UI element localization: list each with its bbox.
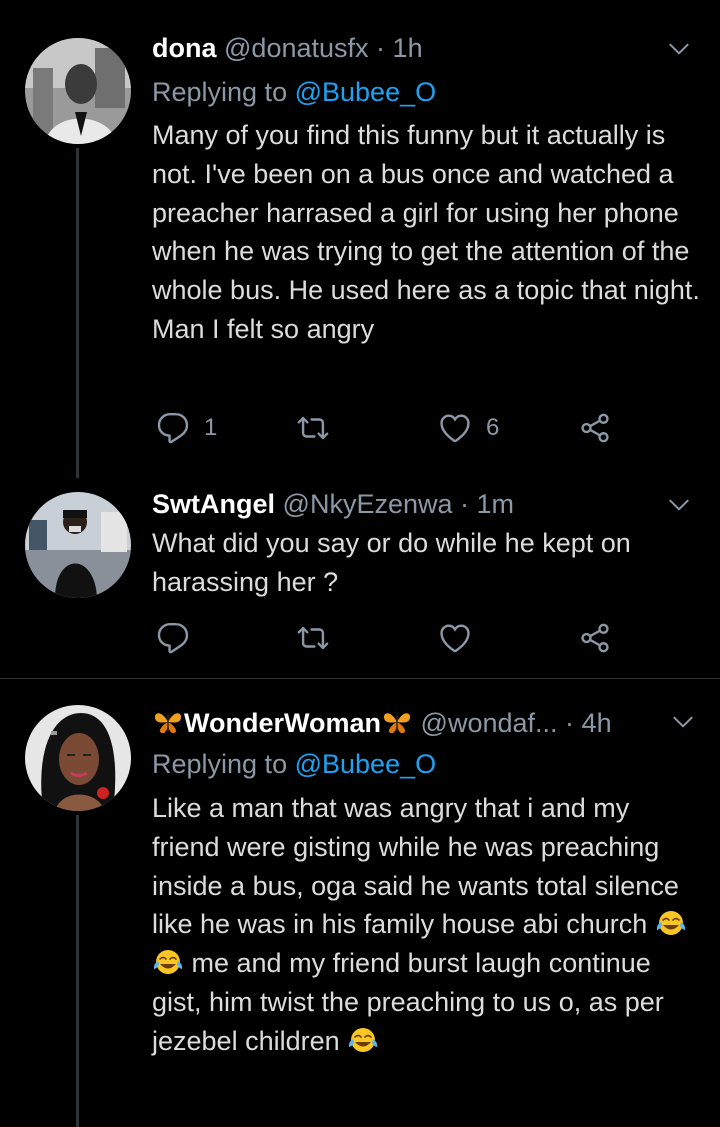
like-button[interactable]: 6 <box>438 408 499 448</box>
avatar[interactable] <box>25 492 131 598</box>
display-name[interactable]: dona <box>152 33 217 63</box>
separator-dot: · <box>565 708 575 738</box>
timeline: dona @donatusfx · 1h Replying to @Bubee_… <box>0 0 720 1127</box>
tweet-text: Many of you find this funny but it actua… <box>152 120 700 344</box>
mention-link[interactable]: @Bubee_O <box>295 749 437 779</box>
user-handle[interactable]: @wondaf... <box>421 708 558 738</box>
share-button[interactable] <box>578 618 612 658</box>
separator-dot: · <box>460 489 470 519</box>
tweet-actions <box>150 618 630 658</box>
retweet-button[interactable] <box>296 408 330 448</box>
tears-of-joy-icon <box>655 909 687 937</box>
replying-prefix: Replying to <box>152 77 288 107</box>
display-name[interactable]: WonderWoman <box>184 708 381 738</box>
reply-button[interactable]: 1 <box>156 408 217 448</box>
reply-button[interactable] <box>156 618 204 658</box>
separator-dot: · <box>376 33 386 63</box>
chevron-down-icon[interactable] <box>666 492 692 518</box>
tweet-text-part: Like a man that was angry that i and my … <box>152 793 679 940</box>
tweet-actions: 1 6 <box>150 408 630 448</box>
thread-line <box>76 148 79 478</box>
timestamp: 1h <box>392 33 423 63</box>
tweet-text-part: me and my friend burst laugh continue gi… <box>152 948 664 1056</box>
tweet-header: dona @donatusfx · 1h <box>152 28 680 68</box>
like-count: 6 <box>486 414 500 441</box>
like-button[interactable] <box>438 618 486 658</box>
replying-to: Replying to @Bubee_O <box>152 745 436 783</box>
user-handle[interactable]: @NkyEzenwa <box>283 489 453 519</box>
thread-line <box>76 815 79 1127</box>
timestamp: 4h <box>581 708 612 738</box>
tears-of-joy-icon <box>152 948 184 976</box>
user-handle[interactable]: @donatusfx <box>224 33 369 63</box>
tweet-text: Like a man that was angry that i and my … <box>152 789 704 1061</box>
replying-prefix: Replying to <box>152 749 288 779</box>
tweet-header: WonderWoman @wondaf... · 4h <box>152 703 680 743</box>
share-icon <box>578 621 612 655</box>
tweet[interactable]: dona @donatusfx · 1h Replying to @Bubee_… <box>0 0 720 478</box>
mention-link[interactable]: @Bubee_O <box>295 77 437 107</box>
share-button[interactable] <box>578 408 612 448</box>
tweet-text: What did you say or do while he kept on … <box>152 528 631 597</box>
butterfly-icon <box>152 708 184 736</box>
retweet-icon <box>296 411 330 445</box>
avatar[interactable] <box>25 705 131 811</box>
tears-of-joy-icon <box>347 1026 379 1054</box>
retweet-icon <box>296 621 330 655</box>
reply-count: 1 <box>204 414 218 441</box>
replying-to: Replying to @Bubee_O <box>152 73 436 111</box>
tweet[interactable]: SwtAngel @NkyEzenwa · 1m What did you sa… <box>0 478 720 678</box>
heart-icon <box>438 621 472 655</box>
reply-icon <box>156 411 190 445</box>
share-icon <box>578 411 612 445</box>
heart-icon <box>438 411 472 445</box>
avatar[interactable] <box>25 38 131 144</box>
chevron-down-icon[interactable] <box>666 36 692 62</box>
butterfly-icon <box>381 708 413 736</box>
tweet[interactable]: WonderWoman @wondaf... · 4h Replying to … <box>0 679 720 1127</box>
tweet-header: SwtAngel @NkyEzenwa · 1m <box>152 484 680 524</box>
display-name[interactable]: SwtAngel <box>152 489 275 519</box>
timestamp: 1m <box>476 489 515 519</box>
reply-icon <box>156 621 190 655</box>
retweet-button[interactable] <box>296 618 330 658</box>
chevron-down-icon[interactable] <box>670 709 696 735</box>
